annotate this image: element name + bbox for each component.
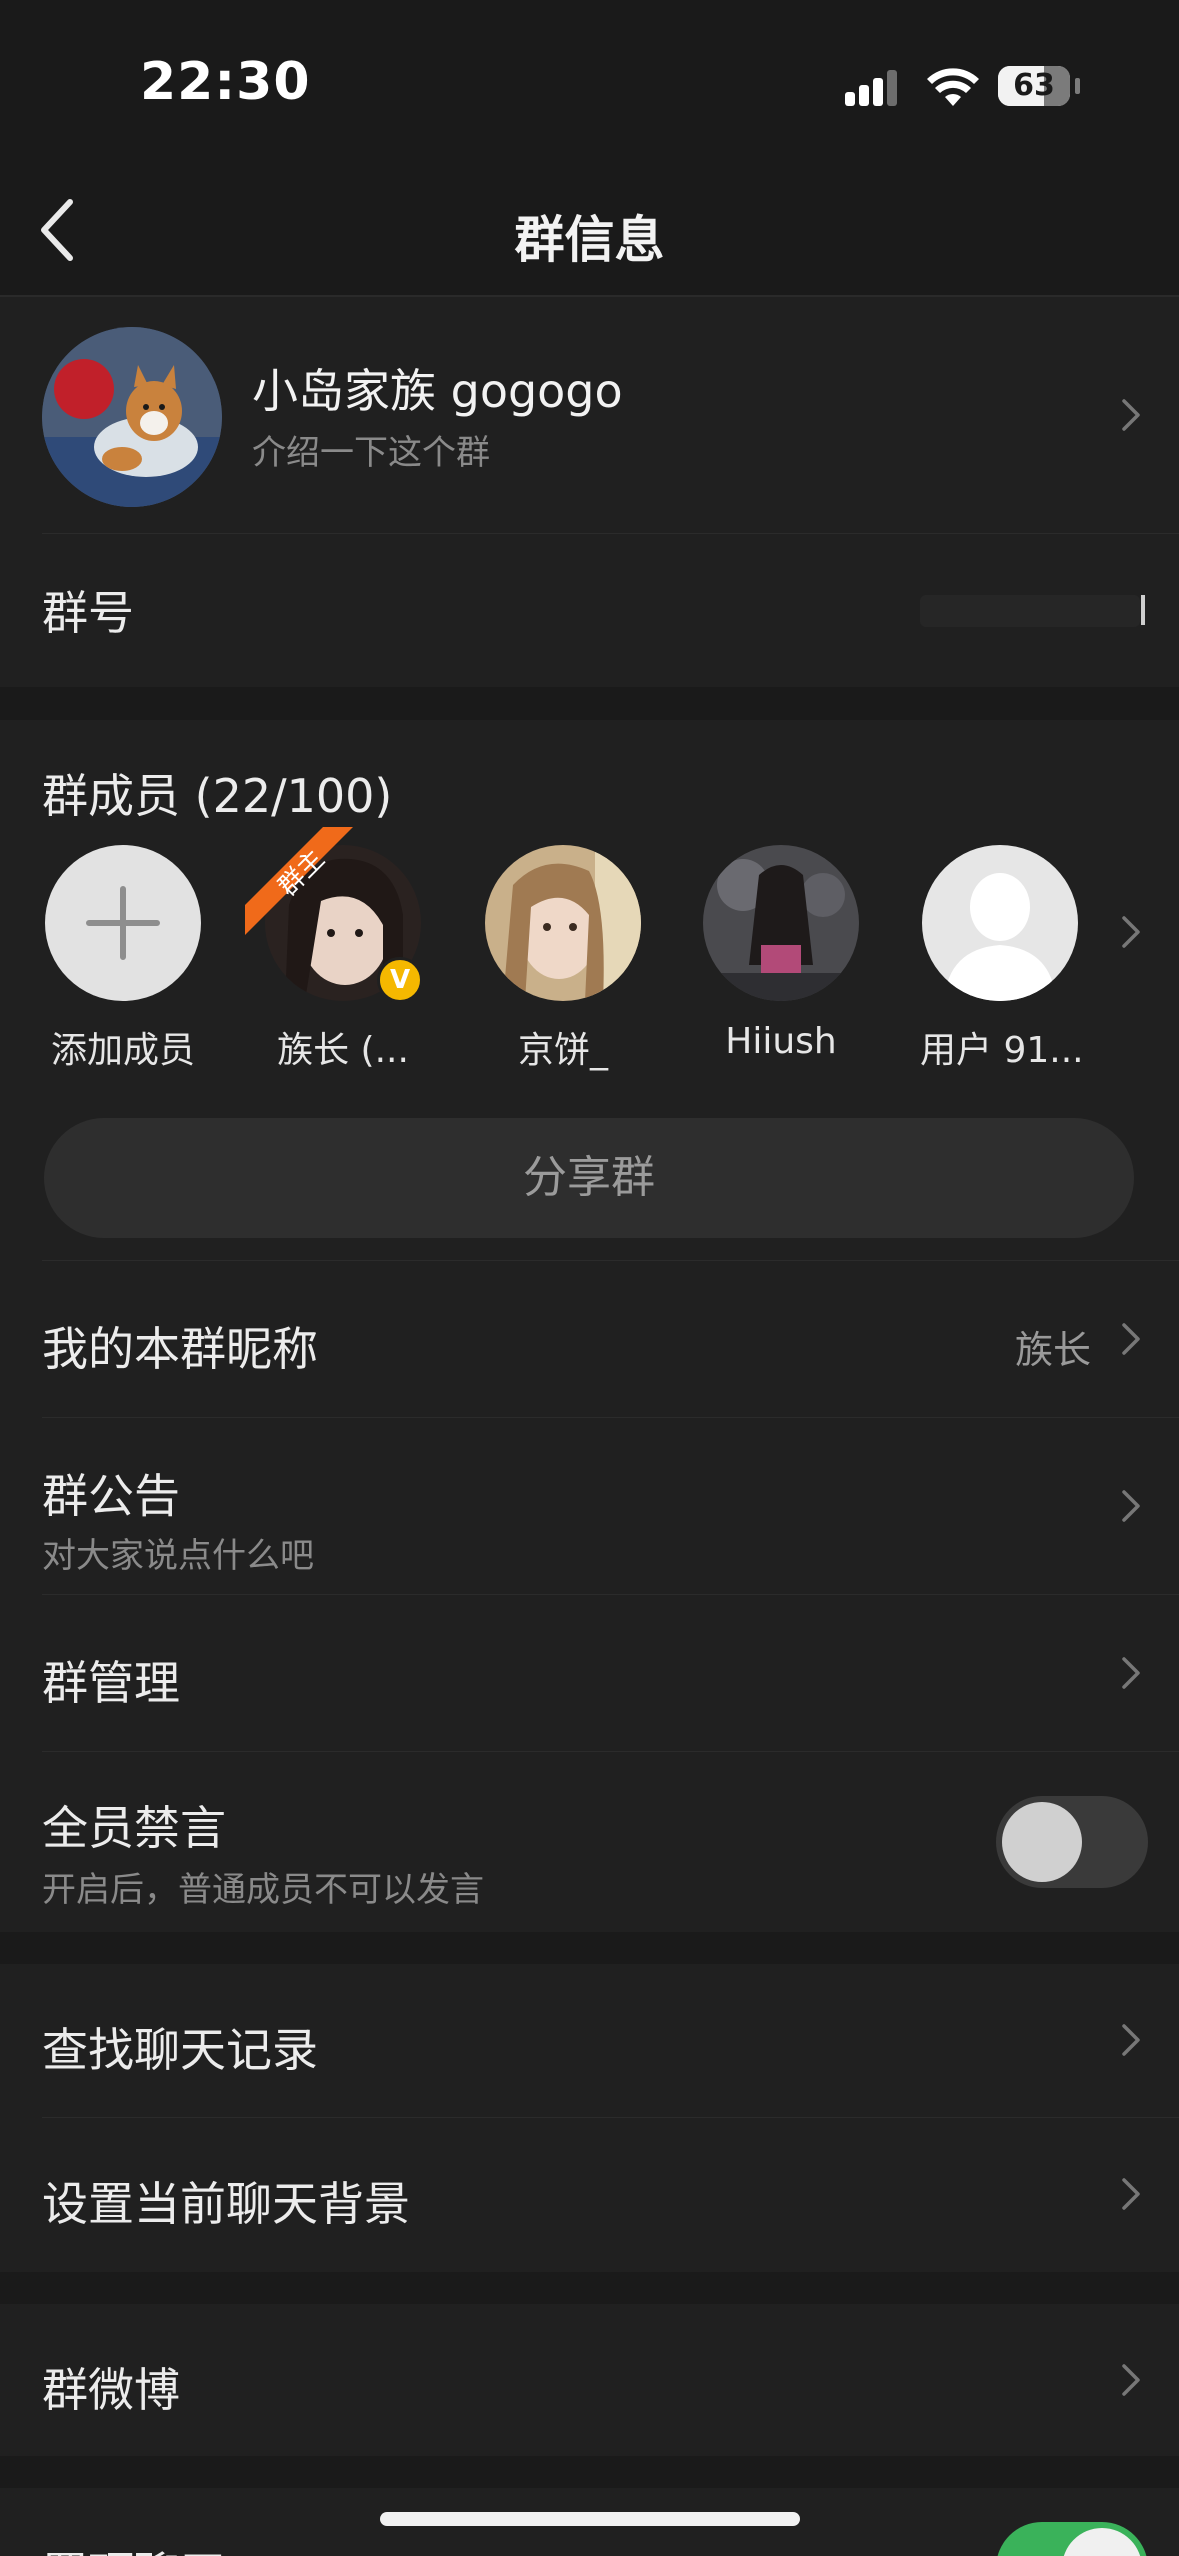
mute-all-label: 全员禁言: [42, 1801, 226, 1855]
corgi-avatar-image: [42, 327, 222, 507]
members-and-settings-card: 群成员 (22/100) 添加成员 群主 V 族长 (... 京饼_ Hiius…: [0, 720, 1179, 1932]
chevron-right-icon: [1122, 1657, 1140, 1689]
toggle-knob: [1002, 1802, 1082, 1882]
toggle-knob: [1062, 2528, 1142, 2556]
battery-level: 63: [1013, 68, 1055, 103]
member-photo: [485, 845, 641, 1001]
status-bar: 22:30 63: [0, 0, 1179, 170]
member-owner[interactable]: 群主 V 族长 (...: [245, 827, 423, 1073]
group-weibo-card: 群微博: [0, 2304, 1179, 2456]
battery-icon: 63: [998, 66, 1070, 106]
member-name: 添加成员: [50, 1030, 195, 1071]
group-description: 介绍一下这个群: [252, 433, 490, 473]
nav-bar: 群信息: [0, 170, 1179, 297]
my-nickname-value: 族长: [1014, 1328, 1091, 1372]
divider: [42, 533, 1179, 534]
group-profile-row[interactable]: 小岛家族 gogogo 介绍一下这个群: [0, 297, 1179, 535]
status-time: 22:30: [140, 52, 311, 112]
member[interactable]: 京饼_: [483, 845, 643, 1073]
mute-all-row: 全员禁言 开启后，普通成员不可以发言: [0, 1752, 1179, 1932]
member-avatar: [922, 845, 1078, 1001]
group-weibo-row[interactable]: 群微博: [0, 2304, 1179, 2456]
chevron-right-icon: [1122, 1323, 1140, 1355]
announcement-subtitle: 对大家说点什么吧: [42, 1536, 314, 1576]
chat-tools-card: 查找聊天记录 设置当前聊天背景: [0, 1964, 1179, 2272]
verified-badge-icon: V: [377, 957, 423, 1003]
member-name: 用户 91...: [920, 1030, 1084, 1071]
member-name: 京饼_: [517, 1030, 608, 1071]
members-title[interactable]: 群成员 (22/100): [42, 760, 392, 826]
member-avatar: [485, 845, 641, 1001]
battery-cap: [1075, 78, 1080, 94]
announcement-row[interactable]: 群公告 对大家说点什么吧: [0, 1418, 1179, 1594]
search-history-label: 查找聊天记录: [42, 2023, 318, 2077]
group-management-row[interactable]: 群管理: [0, 1595, 1179, 1751]
chat-background-row[interactable]: 设置当前聊天背景: [0, 2118, 1179, 2272]
share-group-button[interactable]: 分享群: [44, 1118, 1134, 1238]
default-user-icon: [944, 873, 1056, 1001]
group-name: 小岛家族 gogogo: [252, 364, 623, 418]
search-history-row[interactable]: 查找聊天记录: [0, 1964, 1179, 2117]
mute-all-toggle[interactable]: [996, 1796, 1148, 1888]
members-more-chevron-icon[interactable]: [1118, 912, 1144, 952]
group-id-row[interactable]: 群号: [0, 535, 1179, 687]
home-indicator: [380, 2512, 800, 2526]
member[interactable]: 用户 91...: [920, 845, 1084, 1073]
member-name: 族长 (...: [277, 1030, 409, 1071]
member-photo: [703, 845, 859, 1001]
group-weibo-label: 群微博: [42, 2363, 180, 2417]
group-id-value-edge: [1141, 595, 1145, 625]
member-avatar: 群主 V: [245, 827, 423, 1003]
group-avatar: [42, 327, 222, 507]
wifi-icon: [927, 68, 979, 106]
member[interactable]: Hiiush: [701, 845, 861, 1062]
chevron-right-icon: [1122, 2024, 1140, 2056]
member-name: Hiiush: [725, 1021, 837, 1062]
member-avatar: [703, 845, 859, 1001]
group-management-label: 群管理: [42, 1656, 180, 1710]
chevron-right-icon: [1122, 1490, 1140, 1522]
plus-icon: [86, 886, 160, 960]
pin-chat-label: 置顶聊天: [42, 2538, 226, 2556]
my-nickname-label: 我的本群昵称: [42, 1322, 318, 1376]
group-id-value-blurred: [920, 595, 1140, 627]
chevron-right-icon: [1122, 2364, 1140, 2396]
group-id-label: 群号: [42, 586, 134, 640]
group-header-card: 小岛家族 gogogo 介绍一下这个群 群号: [0, 297, 1179, 687]
add-member-button[interactable]: 添加成员: [43, 845, 203, 1073]
add-member-avatar: [45, 845, 201, 1001]
page-title: 群信息: [514, 211, 665, 269]
my-nickname-row[interactable]: 我的本群昵称 族长: [0, 1261, 1179, 1417]
chevron-right-icon: [1122, 399, 1140, 431]
mute-all-subtitle: 开启后，普通成员不可以发言: [42, 1870, 484, 1910]
chevron-right-icon: [1122, 2178, 1140, 2210]
cellular-signal-icon: [845, 70, 897, 106]
announcement-label: 群公告: [42, 1469, 180, 1523]
pin-chat-toggle[interactable]: [996, 2522, 1148, 2556]
chat-background-label: 设置当前聊天背景: [42, 2177, 410, 2231]
